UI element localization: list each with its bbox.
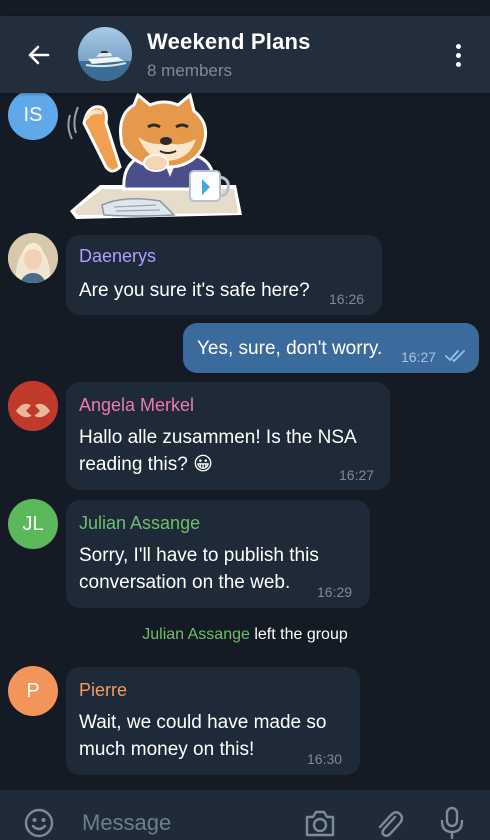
back-arrow-icon	[28, 45, 50, 65]
member-count: 8 members	[147, 61, 233, 80]
chat-title[interactable]: Weekend Plans	[147, 29, 311, 55]
avatar-jl[interactable]: JL	[8, 499, 58, 549]
avatar-angela-merkel[interactable]	[8, 381, 58, 431]
avatar-daenerys[interactable]	[8, 233, 58, 283]
message-input[interactable]: Message	[82, 810, 171, 836]
attach-button[interactable]	[372, 806, 404, 840]
message-text-line-2: much money on this!	[79, 739, 255, 760]
sticker[interactable]	[64, 92, 246, 225]
group-avatar[interactable]	[78, 27, 132, 81]
avatar-initials: IS	[23, 103, 43, 126]
avatar-is[interactable]: IS	[8, 90, 58, 140]
back-button[interactable]	[22, 38, 56, 72]
camera-icon	[305, 810, 335, 837]
message-bubble-outgoing[interactable]: Yes, sure, don't worry. 16:27	[183, 323, 479, 373]
emoji-icon	[24, 808, 54, 838]
message-text-line-1: Wait, we could have made so	[79, 712, 327, 733]
message-time: 16:26	[329, 291, 365, 307]
voice-button[interactable]	[436, 804, 468, 840]
message-bubble[interactable]: Pierre Wait, we could have made so much …	[66, 667, 360, 775]
sender-name: Julian Assange	[79, 513, 201, 533]
message-text: Are you sure it's safe here?	[79, 280, 310, 301]
message-time: 16:27	[339, 467, 375, 483]
message-text-line-2: reading this? 😀	[79, 454, 213, 475]
service-message-text: left the group	[254, 626, 348, 643]
microphone-icon	[440, 806, 464, 839]
sender-name: Daenerys	[79, 246, 157, 266]
avatar-initials: JL	[22, 512, 44, 535]
avatar-initials: P	[26, 679, 40, 702]
emoji-button[interactable]	[22, 806, 56, 840]
message-text-line-1: Sorry, I'll have to publish this	[79, 545, 319, 566]
camera-button[interactable]	[302, 806, 338, 840]
status-bar	[0, 0, 490, 16]
message-bubble[interactable]: Daenerys Are you sure it's safe here? 16…	[66, 235, 382, 315]
message-time: 16:29	[317, 584, 353, 600]
message-time: 16:30	[307, 751, 343, 767]
more-vertical-icon[interactable]	[444, 38, 472, 72]
message-bubble[interactable]: Julian Assange Sorry, I'll have to publi…	[66, 500, 370, 608]
paperclip-icon	[378, 811, 403, 837]
message-bubble[interactable]: Angela Merkel Hallo alle zusammen! Is th…	[66, 382, 390, 490]
chat-header: Weekend Plans 8 members	[0, 16, 490, 93]
message-time: 16:27	[401, 349, 437, 365]
service-message: Julian Assange left the group	[0, 626, 490, 644]
message-input-bar: Message	[0, 790, 490, 840]
double-check-icon	[445, 350, 465, 363]
message-text-line-1: Hallo alle zusammen! Is the NSA	[79, 427, 357, 448]
avatar-p[interactable]: P	[8, 666, 58, 716]
message-text: Yes, sure, don't worry.	[197, 338, 383, 359]
message-text-line-2: conversation on the web.	[79, 572, 291, 593]
sender-name: Pierre	[79, 680, 128, 700]
service-message-name[interactable]: Julian Assange	[142, 626, 250, 643]
sender-name: Angela Merkel	[79, 395, 195, 415]
